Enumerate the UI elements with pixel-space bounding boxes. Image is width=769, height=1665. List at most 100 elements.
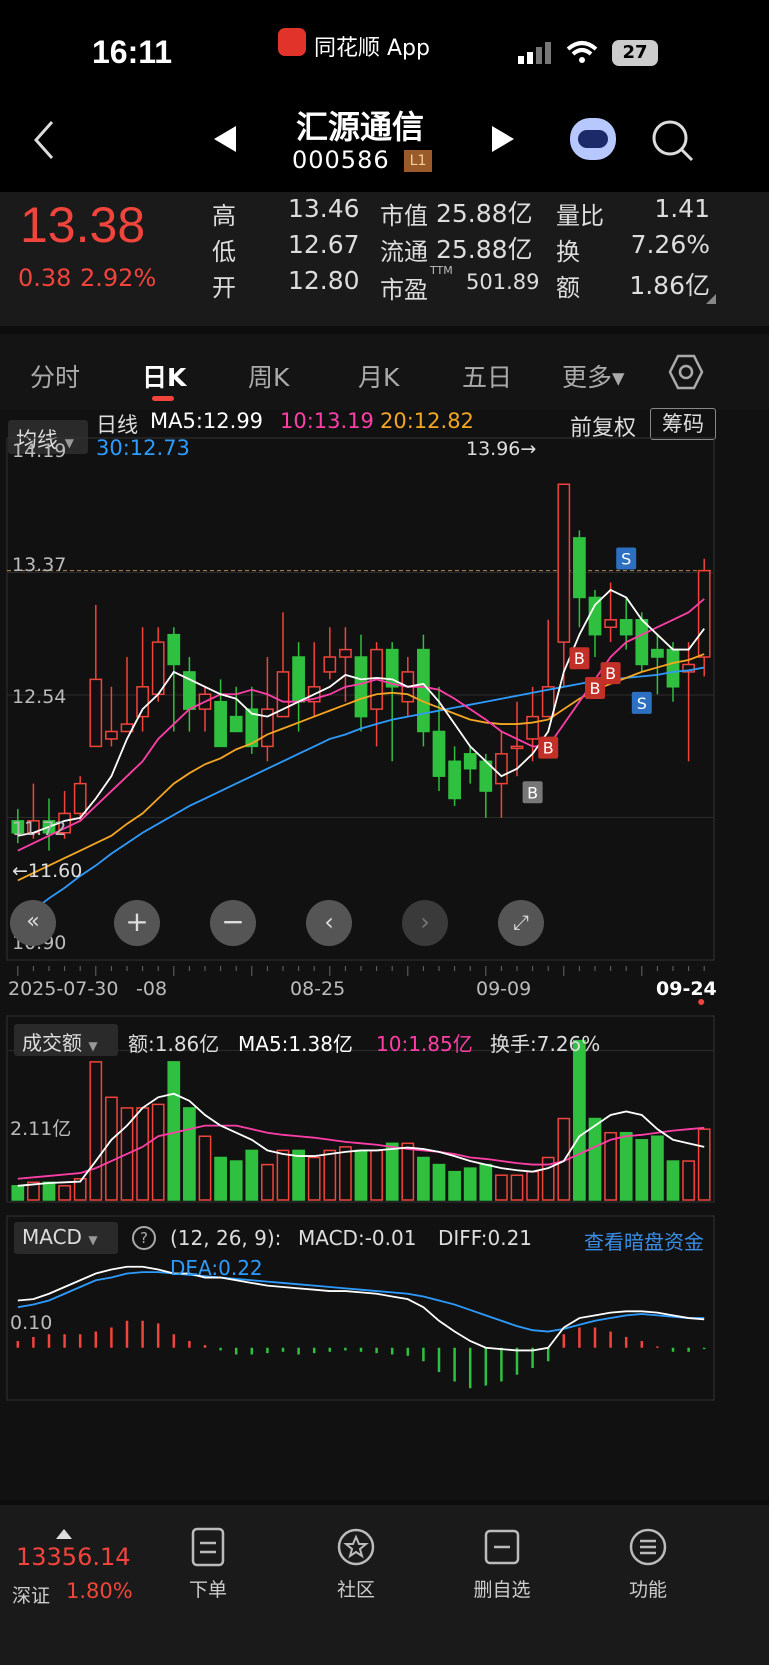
expand-corner-icon[interactable]	[706, 294, 716, 304]
next-day-button[interactable]: ›	[402, 900, 448, 946]
candle-body	[105, 730, 118, 740]
index-up-icon	[56, 1529, 72, 1539]
tab-more[interactable]: 更多▾	[562, 358, 625, 394]
remove-label: 删自选	[473, 1579, 531, 1601]
scroll-left-button[interactable]: «	[10, 900, 56, 946]
remove-watchlist-button[interactable]: 删自选	[452, 1527, 552, 1602]
low-value: 12.67	[288, 230, 360, 259]
volume-ma10: 10:1.85亿	[376, 1032, 473, 1056]
candle-body	[354, 656, 368, 718]
trade-marker-label: B	[605, 664, 616, 683]
macd-label: MACD	[22, 1225, 82, 1249]
tab-intraday[interactable]: 分时	[30, 358, 80, 394]
price-change-pct: 2.92%	[80, 264, 157, 292]
high-marker-label: 13.96→	[466, 438, 537, 460]
date-end: 09-24	[656, 978, 717, 1000]
candle-body	[167, 633, 181, 666]
diff-line	[17, 1265, 705, 1352]
help-icon[interactable]: ?	[132, 1226, 156, 1250]
pe-ttm-sup: TTM	[430, 264, 453, 277]
candle-body	[557, 483, 571, 643]
tab-weekly-k[interactable]: 周K	[248, 358, 289, 394]
robot-assistant-icon[interactable]	[570, 118, 616, 160]
volume-bar	[89, 1061, 103, 1201]
y-label-3: 12.54	[12, 686, 67, 708]
candle-body	[651, 648, 664, 658]
tab-five-day[interactable]: 五日	[462, 358, 512, 394]
index-value[interactable]: 13356.14	[16, 1543, 131, 1571]
chart-area: 均线 ▼ 日线 MA5:12.99 10:13.19 20:12.82 30:1…	[0, 408, 769, 1500]
community-button[interactable]: 社区	[306, 1527, 406, 1602]
app-logo-icon	[278, 28, 306, 56]
candle-body	[73, 782, 87, 815]
volume-bar	[385, 1142, 399, 1201]
function-button[interactable]: 功能	[598, 1527, 698, 1602]
mcap-label: 市值	[380, 202, 428, 230]
next-stock-icon[interactable]	[490, 126, 516, 152]
trade-marker-label: S	[637, 694, 647, 713]
candle-body	[323, 656, 337, 673]
stock-code: 000586	[292, 146, 390, 174]
dark-pool-link[interactable]: 查看暗盘资金	[584, 1226, 704, 1255]
candle-body	[495, 753, 508, 785]
settings-hex-icon[interactable]	[668, 354, 704, 390]
zoom-in-button[interactable]: +	[114, 900, 160, 946]
float-label: 流通	[380, 238, 428, 266]
zoom-out-button[interactable]: −	[210, 900, 256, 946]
turnover-value: 7.26%	[630, 230, 710, 259]
bottom-bar: 13356.14 深证 1.80% 下单 社区 删自选 功能	[0, 1505, 769, 1665]
candle-body	[526, 715, 539, 740]
trade-marker-label: B	[527, 783, 538, 802]
index-pct: 1.80%	[66, 1579, 133, 1603]
order-icon	[191, 1527, 225, 1567]
volume-type-selector[interactable]: 成交额 ▼	[14, 1024, 118, 1056]
candle-body	[417, 648, 430, 733]
high-value: 13.46	[288, 194, 360, 223]
search-icon[interactable]	[650, 118, 694, 162]
low-marker-label: ←11.60	[12, 860, 83, 882]
wifi-icon	[566, 41, 598, 63]
tab-daily-k[interactable]: 日K	[142, 358, 186, 394]
volume-bar	[292, 1149, 305, 1201]
candle-body	[229, 715, 243, 733]
y-label-4: 11.72	[12, 818, 67, 840]
date-2: -08	[136, 978, 168, 1000]
candle-body	[697, 569, 711, 658]
open-value: 12.80	[288, 266, 360, 295]
volume-bar	[307, 1156, 321, 1201]
volume-ratio-label: 量比	[556, 202, 604, 230]
index-name: 深证	[12, 1585, 51, 1607]
volume-bar	[510, 1174, 524, 1201]
high-label: 高	[212, 202, 236, 230]
macd-selector[interactable]: MACD ▼	[14, 1222, 118, 1254]
y-label-top: 14.19	[12, 440, 67, 462]
volume-bar	[682, 1160, 695, 1201]
volume-bar	[214, 1156, 227, 1201]
pe-value: 501.89	[466, 270, 540, 294]
prev-stock-icon[interactable]	[212, 126, 238, 152]
volume-y-label: 2.11亿	[10, 1118, 72, 1140]
candlestick-chart[interactable]: BBBBBSS	[0, 410, 769, 1500]
volume-bar	[401, 1142, 415, 1201]
candle-body	[619, 619, 633, 636]
signal-icon	[518, 42, 551, 64]
date-start: 2025-07-30	[8, 978, 119, 1000]
order-button[interactable]: 下单	[158, 1527, 258, 1602]
trade-marker-label: B	[574, 649, 585, 668]
date-4: 09-09	[476, 978, 532, 1000]
back-icon[interactable]	[32, 120, 56, 160]
volume-bar	[339, 1146, 352, 1201]
prev-day-button[interactable]: ‹	[306, 900, 352, 946]
volume-bar	[229, 1160, 243, 1201]
fullscreen-button[interactable]: ⤢	[498, 900, 544, 946]
volume-bar	[183, 1107, 196, 1201]
volume-bar	[432, 1163, 446, 1201]
candle-body	[448, 760, 461, 800]
volume-ma5: MA5:1.38亿	[238, 1032, 353, 1056]
volume-bar	[276, 1149, 290, 1201]
tab-monthly-k[interactable]: 月K	[358, 358, 399, 394]
candle-body	[214, 700, 227, 748]
volume-bar	[588, 1117, 602, 1201]
stock-name: 汇源通信	[295, 108, 424, 146]
candle-body	[588, 596, 602, 636]
